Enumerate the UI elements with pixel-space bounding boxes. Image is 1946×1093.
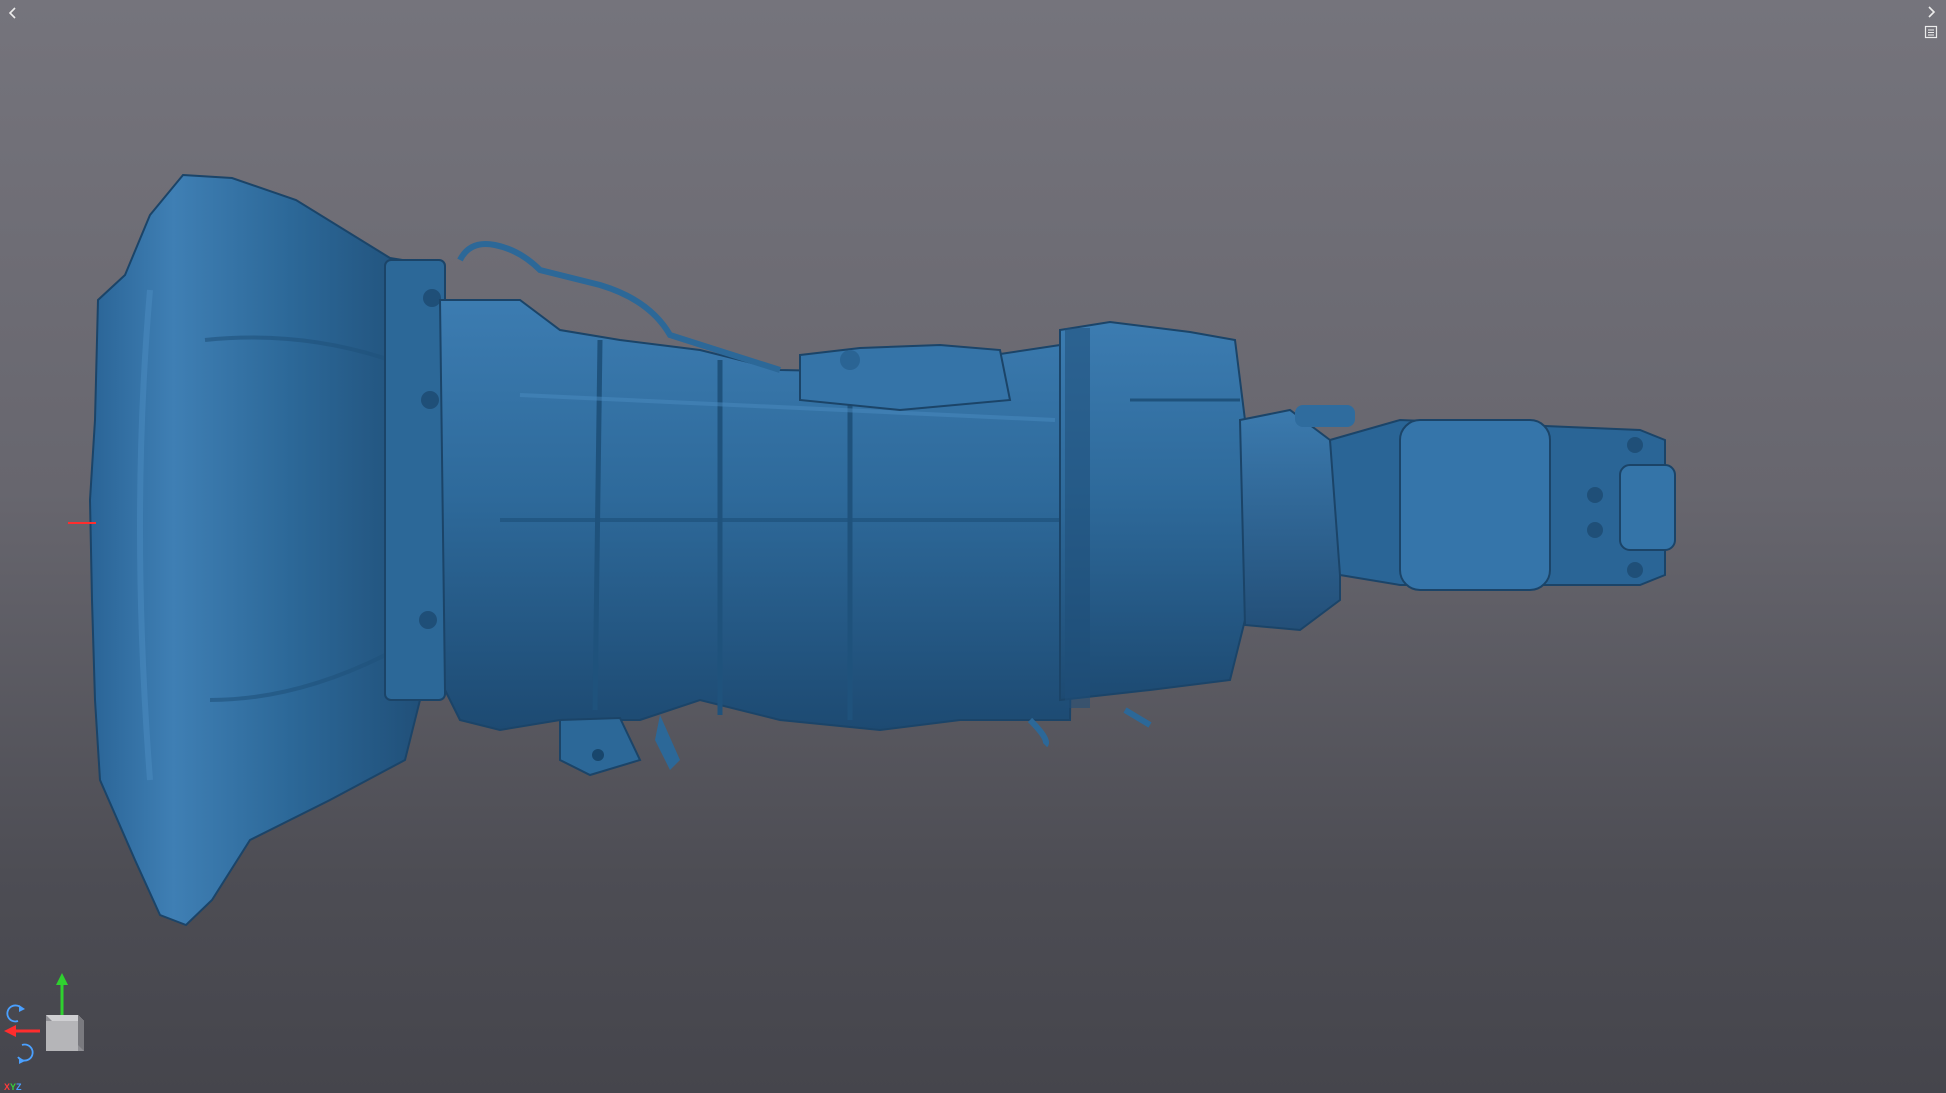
- 3d-viewport[interactable]: XYZ: [0, 0, 1946, 1093]
- origin-axis-marker: [68, 522, 96, 524]
- panel-icon[interactable]: [1924, 25, 1938, 39]
- orientation-gizmo[interactable]: XYZ: [0, 965, 100, 1093]
- chevron-right-icon[interactable]: [1924, 4, 1938, 20]
- axis-labels: XYZ: [4, 1082, 22, 1092]
- z-axis-label: Z: [16, 1082, 22, 1092]
- scanned-transmission-model[interactable]: [0, 0, 1946, 1093]
- chevron-left-icon[interactable]: [6, 5, 20, 21]
